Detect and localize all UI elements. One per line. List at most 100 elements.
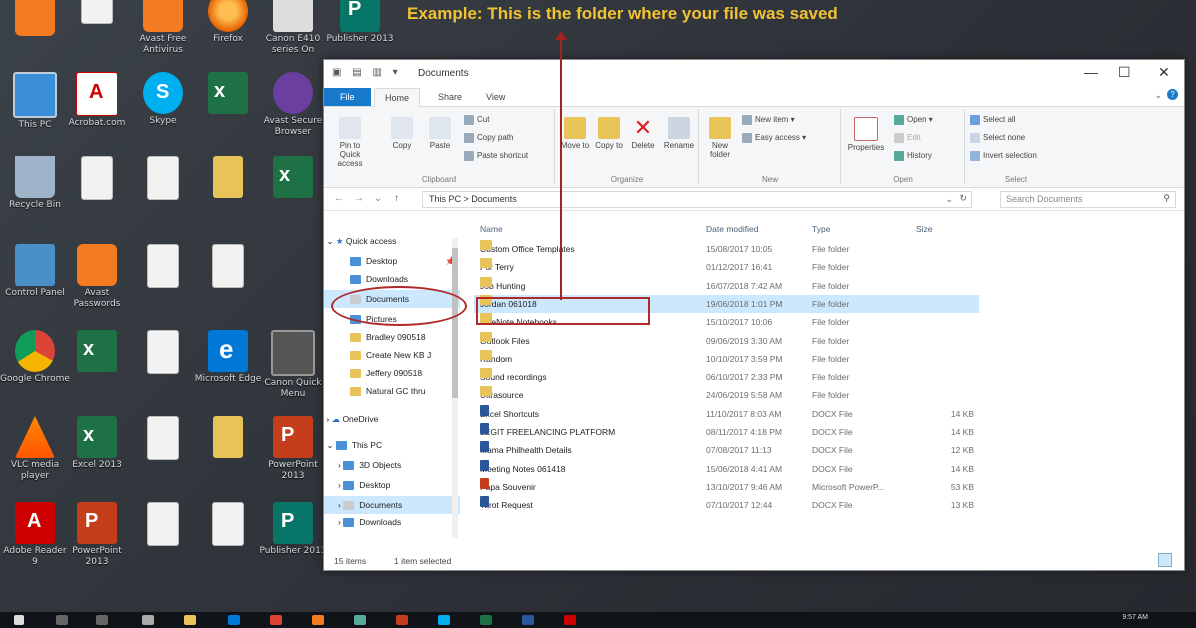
desktop-icon-doc-4[interactable] [128,330,198,374]
nav-item-quick-access[interactable]: ⌄ ★ Quick access [324,232,460,250]
nav-item-desktop[interactable]: Desktop 📌 [324,252,460,270]
paste-button[interactable]: Paste [424,117,456,150]
copy-path-button[interactable]: Copy path [464,133,513,143]
desktop-icon-excel-2[interactable] [193,72,263,114]
search-input[interactable]: Search Documents ⚲ [1000,191,1176,208]
nav-item-3d-objects[interactable]: › 3D Objects [324,456,460,474]
address-bar[interactable]: This PC > Documents ⌄ ↻ [422,191,972,208]
file-row[interactable]: For Terry 01/12/2017 16:41 File folder [474,258,979,276]
desktop-icon-chrome[interactable]: Google Chrome [0,330,70,385]
file-row[interactable]: LEGIT FREELANCING PLATFORM 08/11/2017 4:1… [474,423,979,441]
maximize-icon[interactable]: ☐ [1118,64,1131,81]
file-row[interactable]: Ultrasource 24/06/2019 5:58 AM File folder [474,386,979,404]
nav-item-bradley[interactable]: Bradley 090518 [324,328,460,346]
search-icon[interactable] [56,615,68,625]
nav-item-pc-downloads[interactable]: › Downloads [324,516,460,528]
file-row[interactable]: Sound recordings 06/10/2017 2:33 PM File f… [474,368,979,386]
app-taskbar-icon[interactable] [354,615,366,625]
desktop-icon-doc-7[interactable] [193,244,263,288]
details-view-icon[interactable] [1158,553,1172,567]
acrobat-taskbar-icon[interactable] [564,615,576,625]
start-icon[interactable] [14,615,24,625]
file-row[interactable]: Meeting Notes 061418 15/06/2018 4:41 AM DO… [474,459,979,478]
refresh-icon[interactable]: ↻ [959,193,967,204]
desktop-icon-zip[interactable] [193,156,263,198]
pin-to-quick-access-button[interactable]: Pin to Quick access [330,117,370,168]
invert-selection-button[interactable]: Invert selection [970,151,1037,161]
desktop-icon-file[interactable] [62,156,132,200]
desktop-icon-firefox[interactable]: Firefox [193,0,263,45]
file-row[interactable]: Mama Philhealth Details 07/08/2017 11:13 D… [474,441,979,459]
forward-arrow-icon[interactable]: → [354,193,364,204]
close-icon[interactable]: ✕ [1158,64,1170,81]
file-explorer-taskbar-icon[interactable] [184,615,196,625]
new-item-button[interactable]: New item ▾ [742,115,795,125]
word-taskbar-icon[interactable] [522,615,534,625]
powerpoint-taskbar-icon[interactable] [396,615,408,625]
desktop-icon-doc-6[interactable] [128,502,198,546]
history-button[interactable]: History [894,151,932,161]
chrome-taskbar-icon[interactable] [270,615,282,625]
desktop-icon-doc-5[interactable] [128,416,198,460]
desktop-icon-avast-passwords[interactable]: Avast Passwords [62,244,132,310]
nav-item-jeffery[interactable]: Jeffery 090518 [324,364,460,382]
desktop-icon-vlc[interactable]: VLC media player [0,416,70,482]
back-arrow-icon[interactable]: ← [334,193,344,204]
desktop-icon-publisher[interactable]: Publisher 2013 [258,502,328,557]
desktop-icon-control-panel[interactable]: Control Panel [0,244,70,299]
column-header-date[interactable]: Date modified [706,220,758,238]
store-icon[interactable] [142,615,154,625]
nav-item-onedrive[interactable]: › ☁ OneDrive [324,410,460,428]
select-all-button[interactable]: Select all [970,115,1015,125]
nav-scrollbar-thumb[interactable] [452,248,458,398]
up-arrow-icon[interactable]: ↑ [394,193,399,204]
file-row[interactable]: Outlook Files 09/06/2019 3:30 AM File fold… [474,331,979,350]
tab-file[interactable]: File [324,88,371,106]
desktop-icon-powerpoint[interactable]: PowerPoint 2013 [62,502,132,568]
desktop-icon-skype[interactable]: Skype [128,72,198,127]
column-header-name[interactable]: Name [480,220,503,238]
nav-item-pc-documents[interactable]: › Documents [324,496,460,514]
file-row[interactable]: Job Hunting 16/07/2018 7:42 AM File folder [474,276,979,295]
nav-item-pc-desktop[interactable]: › Desktop [324,476,460,494]
delete-button[interactable]: ✕ Delete [628,117,658,151]
title-bar[interactable]: ▣ ▤ ▥ ▾ Documents — ☐ ✕ [324,60,1184,86]
tab-share[interactable]: Share [428,88,472,106]
select-none-button[interactable]: Select none [970,133,1025,143]
nav-scrollbar[interactable] [452,238,458,538]
nav-item-this-pc[interactable]: ⌄ This PC [324,436,460,454]
skype-taskbar-icon[interactable] [438,615,450,625]
edge-taskbar-icon[interactable] [228,615,240,625]
open-button[interactable]: Open ▾ [894,115,933,125]
excel-taskbar-icon[interactable] [480,615,492,625]
properties-button[interactable]: Properties [846,117,886,152]
file-row[interactable]: Tarot Request 07/10/2017 12:44 DOCX File 13… [474,496,979,514]
tab-home[interactable]: Home [374,88,421,108]
quick-access-toolbar-icons[interactable]: ▣ ▤ ▥ ▾ [332,67,402,78]
help-icon[interactable]: ? [1167,89,1178,100]
file-row[interactable]: Excel Shortcuts 11/10/2017 8:03 AM DOCX Fi… [474,404,979,423]
minimize-icon[interactable]: — [1084,64,1098,80]
easy-access-button[interactable]: Easy access ▾ [742,133,806,143]
desktop-icon-excel-3[interactable] [258,156,328,198]
desktop-icon-this-pc[interactable]: This PC [0,72,70,131]
rename-button[interactable]: Rename [662,117,696,150]
desktop-icon-avast-free[interactable]: Avast Free Antivirus [128,0,198,56]
taskbar-clock[interactable]: 9:57 AM [1122,614,1148,621]
desktop-icon-recycle-bin[interactable]: Recycle Bin [0,156,70,211]
file-row[interactable]: Papa Souvenir 13/10/2017 9:46 AM Microsoft… [474,477,979,496]
ribbon-expand-icon[interactable]: ⌄ [1154,90,1162,101]
desktop-icon-doc-2[interactable] [128,156,198,200]
desktop-icon-avast-browser[interactable]: Avast Secure Browser [258,72,328,138]
cut-button[interactable]: Cut [464,115,489,125]
paste-shortcut-button[interactable]: Paste shortcut [464,151,528,161]
task-view-icon[interactable] [96,615,108,625]
desktop-icon-publisher-2[interactable]: Publisher 2013 [325,0,395,45]
nav-item-create-new-kb[interactable]: Create New KB J [324,346,460,364]
desktop-icon-excel[interactable]: Excel 2013 [62,416,132,471]
file-row[interactable]: Custom Office Templates 15/08/2017 10:05 F… [474,240,979,258]
column-header-type[interactable]: Type [812,220,830,238]
desktop-icon-canon[interactable]: Canon E410 series On [258,0,328,56]
file-row[interactable]: Random 10/10/2017 3:59 PM File folder [474,349,979,368]
desktop-icon-doc-8[interactable] [193,502,263,546]
